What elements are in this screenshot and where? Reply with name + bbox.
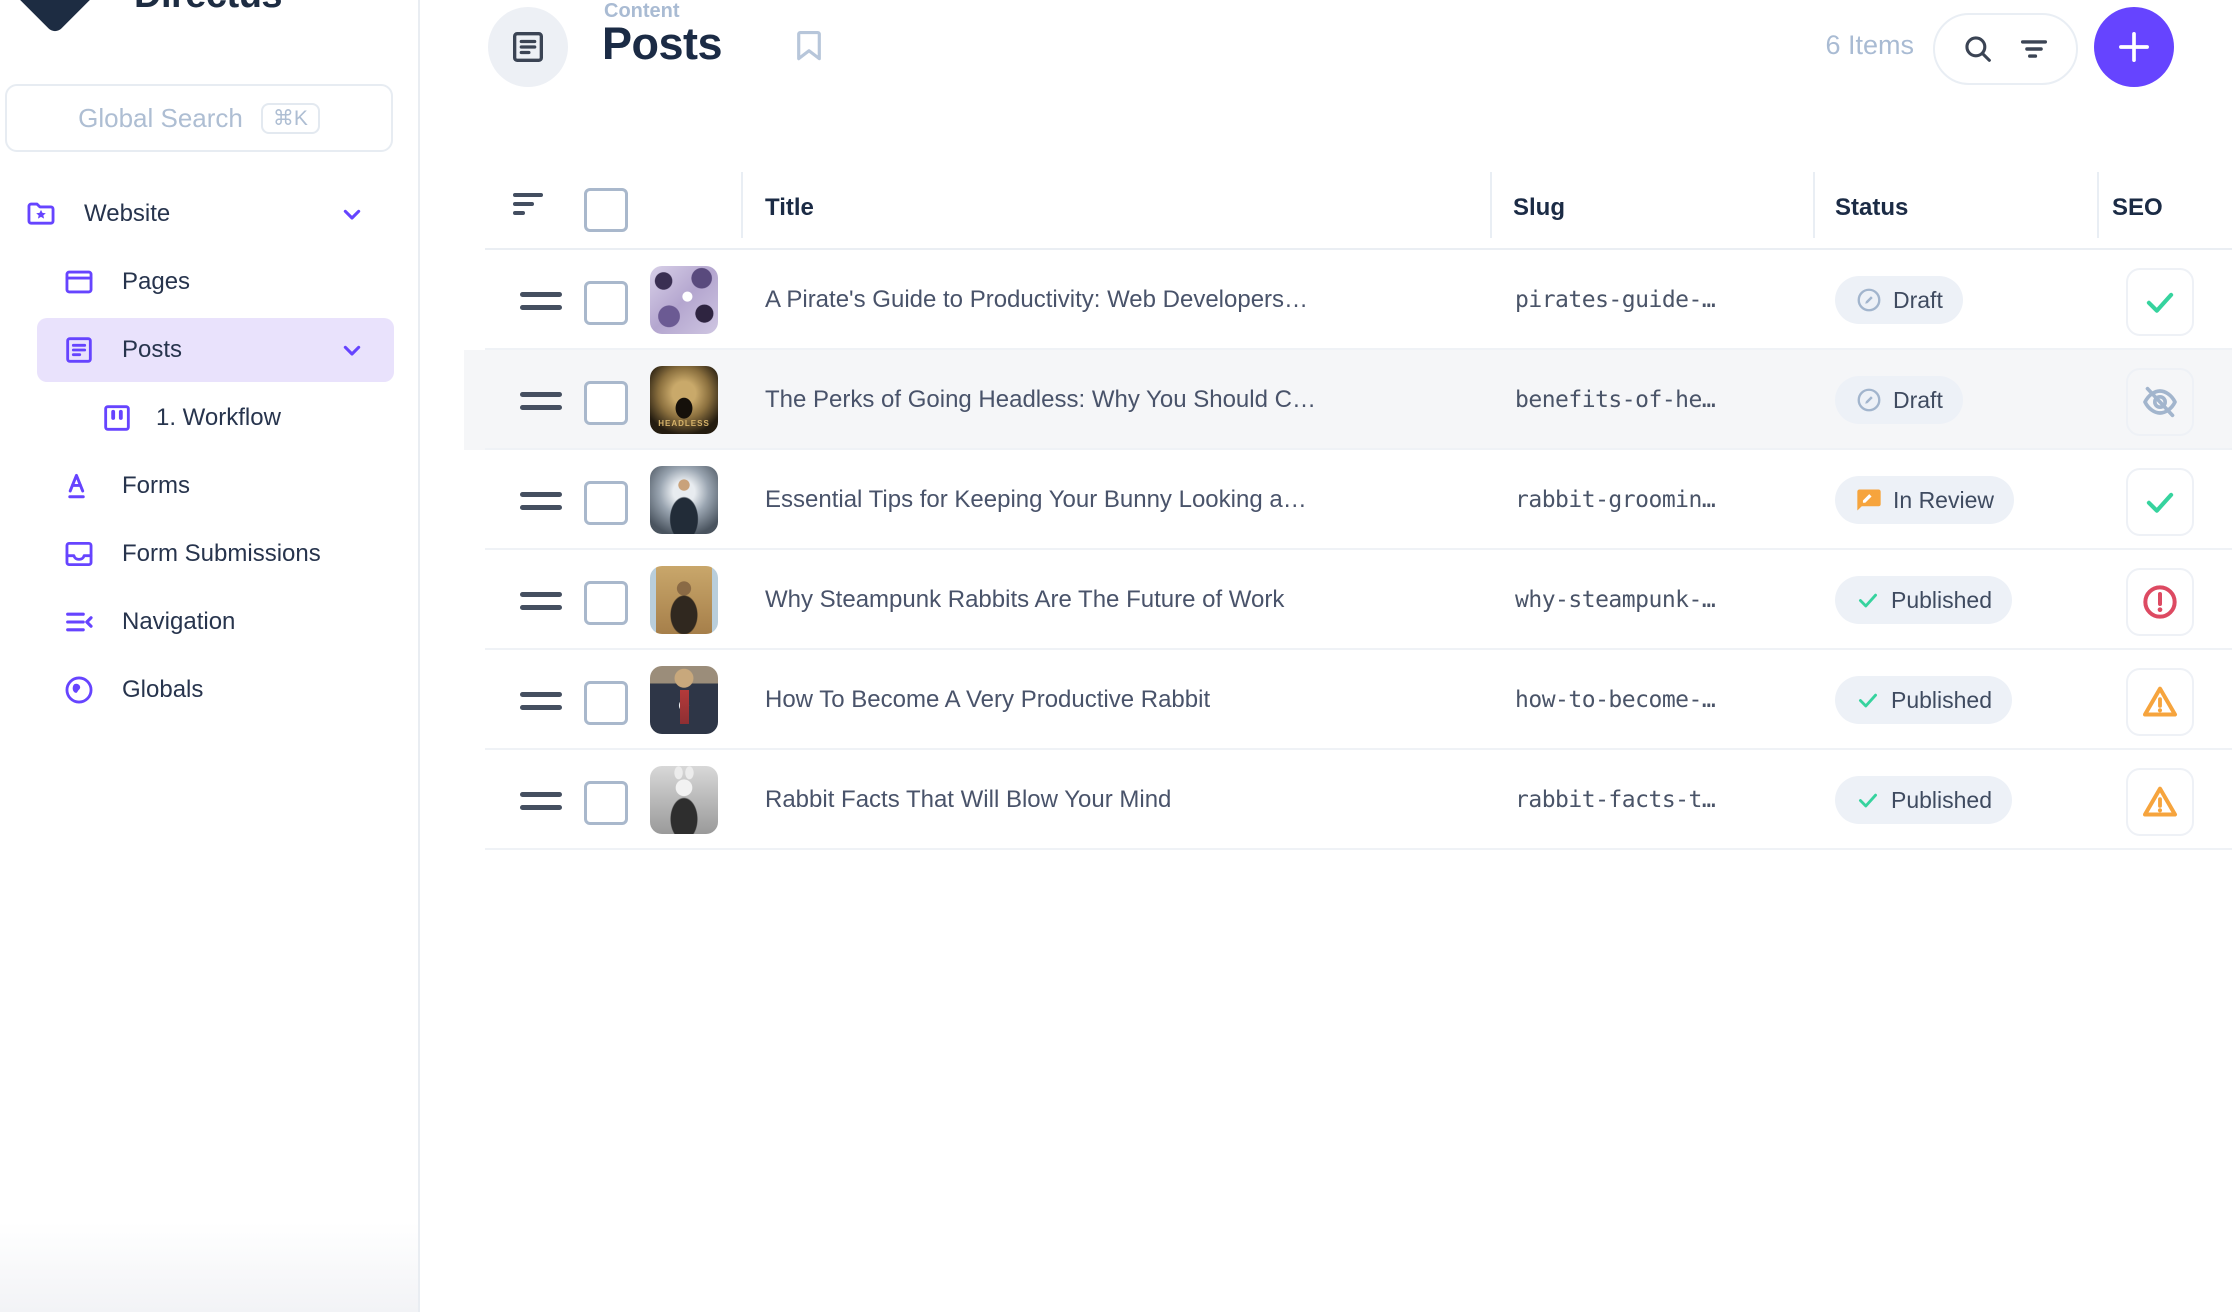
eye-off-icon xyxy=(2140,382,2180,422)
post-title: The Perks of Going Headless: Why You Sho… xyxy=(765,350,1316,450)
status-label: Published xyxy=(1891,687,1992,714)
column-header-slug[interactable]: Slug xyxy=(1513,166,1565,250)
post-slug: rabbit-facts-t… xyxy=(1515,750,1715,850)
status-label: Published xyxy=(1891,787,1992,814)
draft-icon xyxy=(1855,286,1883,314)
search-icon[interactable] xyxy=(1961,32,1995,66)
seo-indicator xyxy=(2126,368,2194,436)
directus-logo-icon xyxy=(11,0,99,32)
status-badge: Draft xyxy=(1835,376,1963,424)
status-badge: Published xyxy=(1835,676,2012,724)
status-label: Draft xyxy=(1893,387,1943,414)
post-thumbnail xyxy=(650,566,718,634)
check-icon xyxy=(1855,687,1881,713)
row-checkbox[interactable] xyxy=(584,781,628,825)
post-title: Essential Tips for Keeping Your Bunny Lo… xyxy=(765,450,1307,550)
column-divider[interactable] xyxy=(741,172,743,238)
add-item-button[interactable] xyxy=(2094,7,2174,87)
post-thumbnail: HEADLESS xyxy=(650,366,718,434)
sidebar-bottom-fade xyxy=(0,1222,418,1312)
post-title: A Pirate's Guide to Productivity: Web De… xyxy=(765,250,1308,350)
drag-handle-icon[interactable] xyxy=(520,292,562,318)
post-thumbnail xyxy=(650,766,718,834)
keyboard-shortcut-badge: ⌘K xyxy=(261,103,320,134)
warning-icon xyxy=(2140,782,2180,822)
search-placeholder: Global Search xyxy=(78,103,243,134)
post-thumbnail xyxy=(650,466,718,534)
column-divider[interactable] xyxy=(1490,172,1492,238)
page-title: Posts xyxy=(602,18,722,70)
status-badge: In Review xyxy=(1835,476,2014,524)
collection-icon-button[interactable] xyxy=(488,7,568,87)
select-all-checkbox[interactable] xyxy=(584,188,628,232)
seo-indicator xyxy=(2126,768,2194,836)
check-icon xyxy=(1855,787,1881,813)
table-row[interactable]: How To Become A Very Productive Rabbit h… xyxy=(0,650,2232,750)
seo-indicator xyxy=(2126,268,2194,336)
row-hover-highlight xyxy=(464,350,2232,450)
status-badge: Published xyxy=(1835,576,2012,624)
post-slug: rabbit-groomin… xyxy=(1515,450,1715,550)
status-label: Draft xyxy=(1893,287,1943,314)
bookmark-icon[interactable] xyxy=(790,24,828,68)
post-title: Rabbit Facts That Will Blow Your Mind xyxy=(765,750,1171,850)
filter-icon[interactable] xyxy=(2017,32,2051,66)
post-slug: benefits-of-he… xyxy=(1515,350,1715,450)
drag-handle-icon[interactable] xyxy=(520,592,562,618)
error-icon xyxy=(2140,582,2180,622)
status-label: Published xyxy=(1891,587,1992,614)
check-icon xyxy=(2141,483,2179,521)
drag-handle-icon[interactable] xyxy=(520,492,562,518)
row-checkbox[interactable] xyxy=(584,481,628,525)
directus-app: Directus Global Search ⌘K Website xyxy=(0,0,2232,1312)
post-title: How To Become A Very Productive Rabbit xyxy=(765,650,1210,750)
warning-icon xyxy=(2140,682,2180,722)
table-row[interactable]: Why Steampunk Rabbits Are The Future of … xyxy=(0,550,2232,650)
table-header: Title Slug Status SEO xyxy=(0,166,2232,250)
table-row[interactable]: A Pirate's Guide to Productivity: Web De… xyxy=(0,250,2232,350)
table-row[interactable]: Rabbit Facts That Will Blow Your Mind ra… xyxy=(0,750,2232,850)
seo-indicator xyxy=(2126,668,2194,736)
check-icon xyxy=(1855,587,1881,613)
column-divider[interactable] xyxy=(1813,172,1815,238)
search-filter-pill xyxy=(1933,13,2078,85)
drag-handle-icon[interactable] xyxy=(520,792,562,818)
table-row[interactable]: Essential Tips for Keeping Your Bunny Lo… xyxy=(0,450,2232,550)
rate-review-icon xyxy=(1855,486,1883,514)
draft-icon xyxy=(1855,386,1883,414)
row-divider xyxy=(485,848,2232,850)
post-slug: pirates-guide-… xyxy=(1515,250,1715,350)
plus-icon xyxy=(2113,26,2155,68)
thumbnail-text: HEADLESS xyxy=(650,419,718,428)
row-checkbox[interactable] xyxy=(584,381,628,425)
article-icon xyxy=(508,27,548,67)
status-label: In Review xyxy=(1893,487,1994,514)
seo-indicator xyxy=(2126,568,2194,636)
app-name: Directus xyxy=(134,0,282,17)
post-slug: why-steampunk-… xyxy=(1515,550,1715,650)
row-checkbox[interactable] xyxy=(584,281,628,325)
post-thumbnail xyxy=(650,666,718,734)
column-divider[interactable] xyxy=(2097,172,2099,238)
column-header-title[interactable]: Title xyxy=(765,166,814,250)
drag-handle-icon[interactable] xyxy=(520,392,562,418)
global-search-input[interactable]: Global Search ⌘K xyxy=(5,84,393,152)
items-count: 6 Items xyxy=(1700,30,1914,61)
status-badge: Published xyxy=(1835,776,2012,824)
manual-sort-icon[interactable] xyxy=(513,193,543,219)
drag-handle-icon[interactable] xyxy=(520,692,562,718)
app-logo[interactable]: Directus xyxy=(0,0,418,32)
column-header-status[interactable]: Status xyxy=(1835,166,1908,250)
post-slug: how-to-become-… xyxy=(1515,650,1715,750)
check-icon xyxy=(2141,283,2179,321)
seo-indicator xyxy=(2126,468,2194,536)
row-checkbox[interactable] xyxy=(584,681,628,725)
post-title: Why Steampunk Rabbits Are The Future of … xyxy=(765,550,1284,650)
row-checkbox[interactable] xyxy=(584,581,628,625)
post-thumbnail xyxy=(650,266,718,334)
status-badge: Draft xyxy=(1835,276,1963,324)
column-header-seo[interactable]: SEO xyxy=(2112,166,2163,250)
table-row[interactable]: HEADLESS The Perks of Going Headless: Wh… xyxy=(0,350,2232,450)
